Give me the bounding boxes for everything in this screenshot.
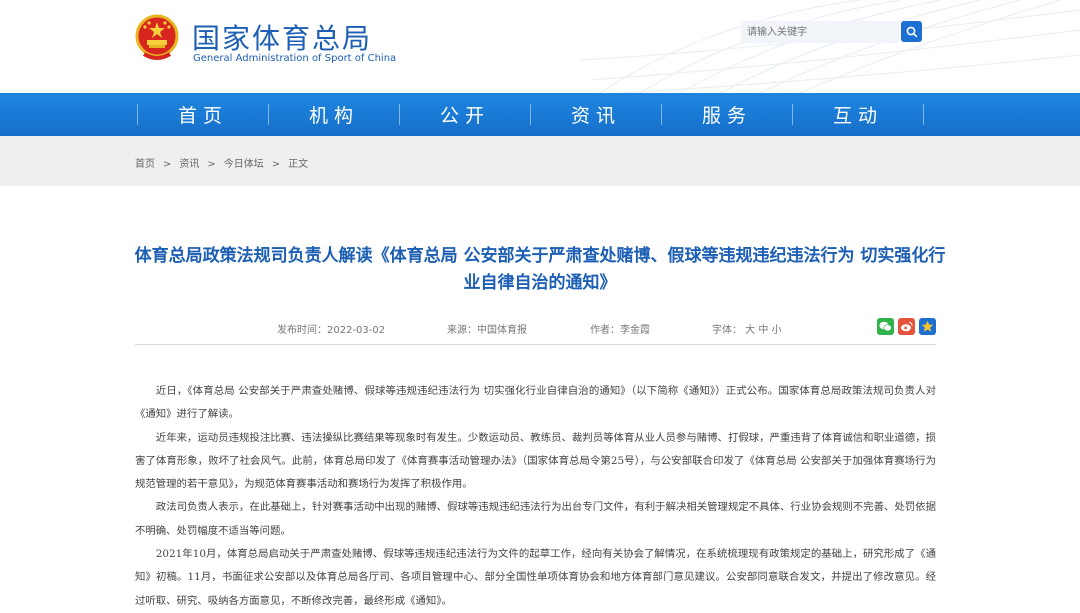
font-size-controls[interactable]: 字体： 大 中 小 (712, 321, 782, 336)
nav-divider (923, 104, 924, 125)
breadcrumb-sports-today[interactable]: 今日体坛 (224, 159, 264, 170)
article-title: 体育总局政策法规司负责人解读《体育总局 公安部关于严肃查处赌博、假球等违规违纪违… (134, 246, 946, 294)
breadcrumb-home[interactable]: 首页 (135, 159, 155, 170)
breadcrumb-separator: > (207, 159, 216, 170)
main-nav: 首页 机构 公开 资讯 服务 互动 (0, 93, 1080, 136)
search-button[interactable] (901, 21, 922, 42)
publish-date: 发布时间：2022-03-02 (277, 325, 386, 336)
share-weibo-button[interactable] (898, 318, 915, 335)
breadcrumb-current: 正文 (288, 159, 309, 170)
article-body: 近日，《体育总局 公安部关于严肃查处赌博、假球等违规违纪违法行为 切实强化行业自… (135, 380, 936, 613)
site-logo-text[interactable]: 国家体育总局 (192, 17, 372, 57)
article-paragraph: 2021年10月，体育总局启动关于严肃查处赌博、假球等违规违纪违法行为文件的起草… (135, 548, 936, 607)
favorite-icon (921, 320, 934, 332)
nav-item-news[interactable]: 资讯 (531, 93, 661, 136)
nav-item-public[interactable]: 公开 (400, 93, 530, 136)
site-header: 国家体育总局 General Administration of Sport o… (0, 0, 1080, 93)
nav-item-services[interactable]: 服务 (662, 93, 792, 136)
national-emblem-logo[interactable] (134, 14, 180, 62)
site-logo-english[interactable]: General Administration of Sport of China (193, 53, 396, 64)
article-paragraph: 政法司负责人表示，在此基础上，针对赛事活动中出现的赌博、假球等违规违纪违法行为出… (135, 501, 936, 537)
breadcrumb-separator: > (163, 159, 172, 170)
favorite-button[interactable] (919, 318, 936, 335)
nav-item-institutions[interactable]: 机构 (269, 93, 399, 136)
breadcrumb-separator: > (271, 159, 281, 170)
article-author: 作者：李金霞 (590, 325, 650, 336)
breadcrumb-bar: 首页 > 资讯 > 今日体坛 > 正文 (0, 136, 1080, 186)
weibo-icon (901, 321, 913, 332)
nav-item-interaction[interactable]: 互动 (793, 93, 923, 136)
article-source: 来源：中国体育报 (447, 325, 527, 336)
article-paragraph: 近年来，运动员违规投注比赛、违法操纵比赛结果等现象时有发生。少数运动员、教练员、… (135, 431, 936, 491)
wechat-icon (879, 321, 892, 332)
search-input[interactable] (741, 21, 899, 43)
article-paragraph: 近日，《体育总局 公安部关于严肃查处赌博、假球等违规违纪违法行为 切实强化行业自… (135, 385, 936, 421)
breadcrumb-news[interactable]: 资讯 (179, 159, 199, 170)
header-decoration (579, 0, 1080, 93)
nav-item-home[interactable]: 首页 (138, 93, 268, 136)
share-wechat-button[interactable] (877, 318, 894, 335)
breadcrumb: 首页 > 资讯 > 今日体坛 > 正文 (135, 155, 308, 170)
meta-divider (135, 344, 936, 345)
search-icon (906, 26, 917, 37)
